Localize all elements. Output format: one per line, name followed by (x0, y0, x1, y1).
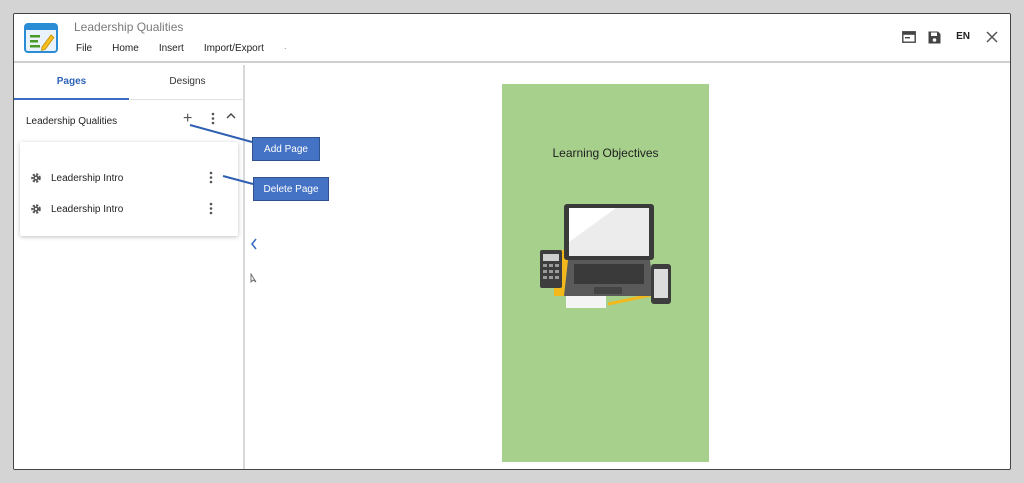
tab-designs[interactable]: Designs (130, 65, 245, 100)
slide-title: Learning Objectives (552, 146, 659, 160)
page-label: Leadership Intro (51, 204, 124, 215)
kebab-icon[interactable] (209, 171, 213, 184)
list-item[interactable]: Leadership Intro (20, 166, 238, 190)
window-icon[interactable] (902, 31, 916, 43)
close-icon[interactable] (986, 31, 998, 43)
menu-file[interactable]: File (76, 43, 92, 54)
list-item[interactable]: Leadership Intro (20, 197, 238, 221)
menu-home[interactable]: Home (112, 43, 139, 54)
panel-tabs: Pages Designs (14, 65, 245, 100)
floppy-disk-icon[interactable] (928, 31, 941, 44)
menu-insert[interactable]: Insert (159, 43, 184, 54)
cursor-icon (250, 273, 257, 283)
section-title: Leadership Qualities (26, 116, 118, 127)
tab-pages[interactable]: Pages (14, 65, 129, 100)
document-title: Leadership Qualities (74, 20, 184, 34)
delete-page-callout: Delete Page (253, 177, 329, 201)
menu-overflow: . (284, 41, 287, 51)
page-label: Leadership Intro (51, 173, 124, 184)
editor-document-icon (24, 23, 58, 53)
kebab-icon[interactable] (211, 112, 215, 125)
app-window: Leadership Qualities File Home Insert Im… (13, 13, 1011, 470)
gear-icon[interactable] (30, 203, 42, 215)
language-selector[interactable]: EN (956, 31, 970, 42)
top-bar: Leadership Qualities File Home Insert Im… (14, 14, 1010, 63)
slide-canvas[interactable]: Learning Objectives (502, 84, 709, 462)
pages-list: Leadership Intro Leadership Intro (20, 142, 238, 236)
menu-bar: File Home Insert Import/Export (76, 43, 284, 54)
chevron-left-icon[interactable] (247, 234, 261, 254)
menu-import-export[interactable]: Import/Export (204, 43, 264, 54)
section-header: Leadership Qualities + (20, 102, 239, 138)
chevron-up-icon[interactable] (226, 112, 236, 119)
gear-icon[interactable] (30, 172, 42, 184)
add-page-callout: Add Page (252, 137, 320, 161)
pages-panel: Pages Designs Leadership Qualities + Lea… (14, 65, 245, 469)
kebab-icon[interactable] (209, 202, 213, 215)
laptop-calculator-phone-illustration (540, 204, 671, 308)
plus-icon[interactable]: + (183, 110, 192, 128)
